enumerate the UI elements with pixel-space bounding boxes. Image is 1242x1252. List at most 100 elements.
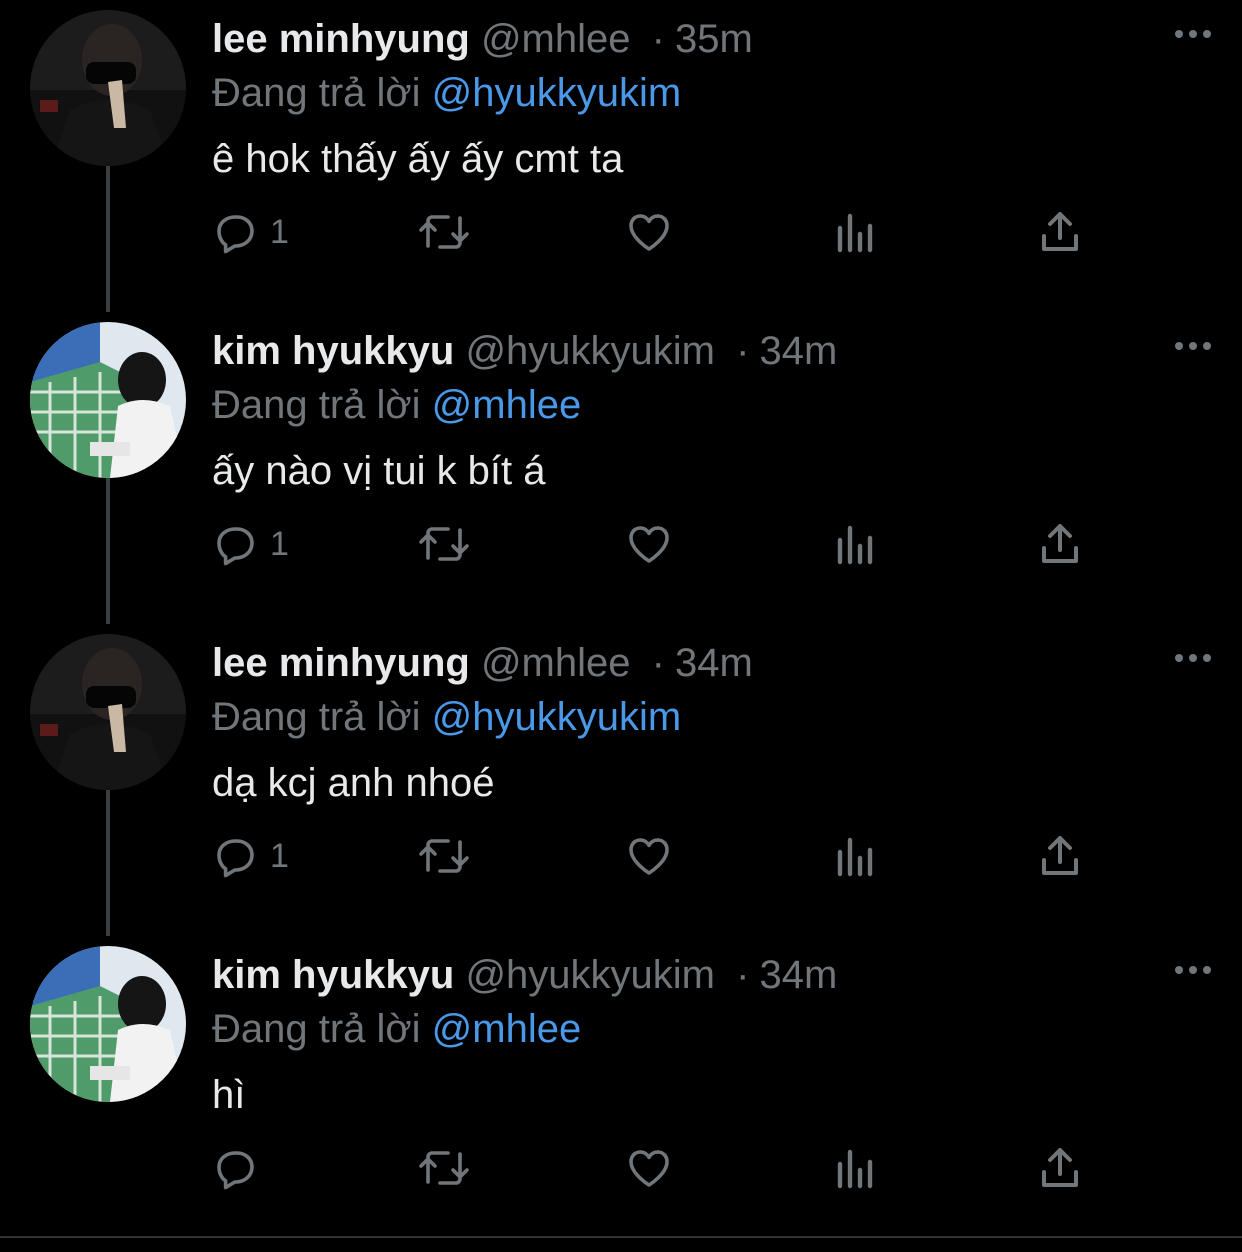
tweet-actions: 1 [212,516,1092,572]
separator: · [736,329,750,373]
views-button[interactable] [834,516,878,572]
replying-to: Đang trả lời @hyukkyukim [212,692,681,742]
reply-button[interactable]: 1 [212,516,289,572]
reply-icon [217,839,254,878]
display-name[interactable]: lee minhyung [212,641,470,685]
heart-icon [629,526,669,563]
display-name[interactable]: kim hyukkyu [212,329,454,373]
timestamp[interactable]: 34m [759,329,837,373]
tweet[interactable]: lee minhyung @mhlee · 35m Đang trả lời @h… [0,0,1242,312]
heart-icon [629,1150,669,1187]
more-icon [1175,342,1211,350]
tweet-text: dạ kcj anh nhoé [212,761,495,805]
like-button[interactable] [624,516,674,572]
heart-icon [629,214,669,251]
replying-to: Đang trả lời @mhlee [212,1004,581,1054]
share-button[interactable] [1038,516,1082,572]
mention-link[interactable]: @hyukkyukim [432,695,682,739]
separator: · [651,641,665,685]
share-button[interactable] [1038,1140,1082,1196]
tweet-header: lee minhyung @mhlee · 34m [212,638,753,688]
tweet[interactable]: kim hyukkyu @hyukkyukim · 34m Đang trả lờ… [0,312,1242,624]
share-button[interactable] [1038,204,1082,260]
like-button[interactable] [624,828,674,884]
retweet-icon [419,1151,469,1185]
reply-prefix: Đang trả lời [212,695,421,739]
more-button[interactable] [1174,962,1212,978]
reply-button[interactable]: 1 [212,204,289,260]
avatar[interactable] [30,10,186,166]
reply-prefix: Đang trả lời [212,1007,421,1051]
separator: · [736,953,750,997]
share-button[interactable] [1038,828,1082,884]
mention-link[interactable]: @mhlee [432,1007,582,1051]
tweet[interactable]: lee minhyung @mhlee · 34m Đang trả lời @h… [0,624,1242,936]
reply-count: 1 [270,524,289,563]
tweet-actions [212,1140,1092,1196]
reply-icon [217,1151,254,1190]
tweet-text: ấy nào vị tui k bít á [212,449,546,493]
views-button[interactable] [834,828,878,884]
reply-prefix: Đang trả lời [212,383,421,427]
display-name[interactable]: lee minhyung [212,17,470,61]
retweet-button[interactable] [416,828,472,884]
views-icon [837,1149,873,1189]
timestamp[interactable]: 34m [759,953,837,997]
reply-icon [217,215,254,254]
mention-link[interactable]: @mhlee [432,383,582,427]
like-button[interactable] [624,204,674,260]
reply-button[interactable]: 1 [212,828,289,884]
user-handle[interactable]: @mhlee [481,641,631,685]
share-icon [1042,212,1078,251]
timestamp[interactable]: 35m [675,17,753,61]
retweet-button[interactable] [416,204,472,260]
tweet-text: ê hok thấy ấy ấy cmt ta [212,137,624,181]
views-icon [837,213,873,253]
retweet-icon [419,215,469,249]
user-handle[interactable]: @mhlee [481,17,631,61]
retweet-button[interactable] [416,1140,472,1196]
like-button[interactable] [624,1140,674,1196]
more-button[interactable] [1174,650,1212,666]
more-button[interactable] [1174,338,1212,354]
tweet-header: kim hyukkyu @hyukkyukim · 34m [212,950,837,1000]
tweet-text: hì [212,1073,246,1117]
reply-button[interactable] [212,1140,270,1196]
views-icon [837,525,873,565]
divider [0,1236,1242,1238]
tweet[interactable]: kim hyukkyu @hyukkyukim · 34m Đang trả lờ… [0,936,1242,1248]
more-button[interactable] [1174,26,1212,42]
more-icon [1175,654,1211,662]
replying-to: Đang trả lời @mhlee [212,380,581,430]
more-icon [1175,966,1211,974]
reply-prefix: Đang trả lời [212,71,421,115]
more-icon [1175,30,1211,38]
share-icon [1042,1148,1078,1187]
views-button[interactable] [834,1140,878,1196]
heart-icon [629,838,669,875]
share-icon [1042,836,1078,875]
reply-count: 1 [270,836,289,875]
tweet-actions: 1 [212,828,1092,884]
views-icon [837,837,873,877]
tweet-header: lee minhyung @mhlee · 35m [212,14,753,64]
user-handle[interactable]: @hyukkyukim [465,329,715,373]
retweet-icon [419,839,469,873]
share-icon [1042,524,1078,563]
avatar[interactable] [30,634,186,790]
avatar[interactable] [30,322,186,478]
display-name[interactable]: kim hyukkyu [212,953,454,997]
avatar[interactable] [30,946,186,1102]
separator: · [651,17,665,61]
replying-to: Đang trả lời @hyukkyukim [212,68,681,118]
tweet-header: kim hyukkyu @hyukkyukim · 34m [212,326,837,376]
views-button[interactable] [834,204,878,260]
mention-link[interactable]: @hyukkyukim [432,71,682,115]
tweet-actions: 1 [212,204,1092,260]
retweet-button[interactable] [416,516,472,572]
user-handle[interactable]: @hyukkyukim [465,953,715,997]
retweet-icon [419,527,469,561]
reply-icon [217,527,254,566]
timestamp[interactable]: 34m [675,641,753,685]
reply-count: 1 [270,212,289,251]
